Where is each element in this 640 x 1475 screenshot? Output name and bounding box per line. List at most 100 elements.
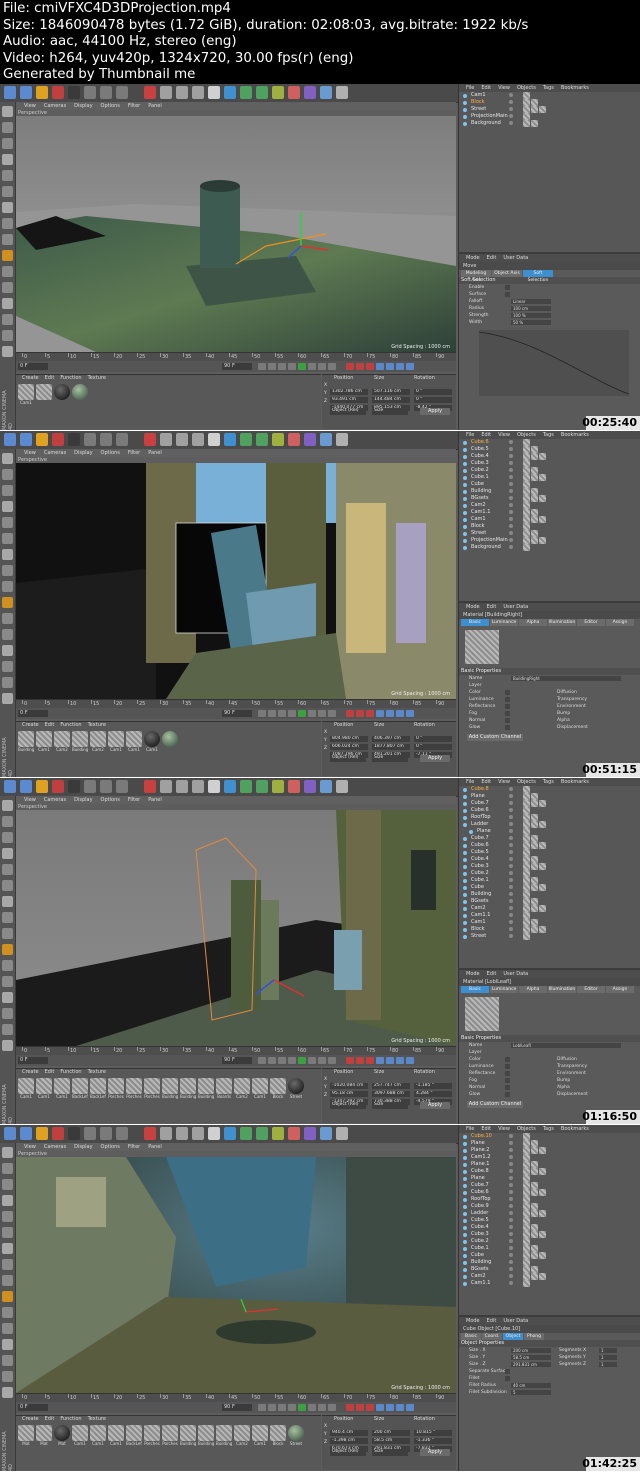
- texture-tag[interactable]: [523, 1175, 530, 1182]
- timeline-ruler[interactable]: 0 5 10 15 20 25 30 35 40 45 50 55 60 65 70 75 80 85 90: [16, 352, 456, 361]
- viewport-menu-item[interactable]: Options: [101, 450, 120, 456]
- start-frame-field[interactable]: 0 F: [18, 1057, 48, 1064]
- keyframe-button[interactable]: [386, 1404, 394, 1411]
- texture-tag[interactable]: [523, 863, 530, 870]
- object-menu-item[interactable]: Tags: [543, 85, 554, 91]
- toolbar-button[interactable]: [144, 780, 156, 793]
- object-mode-select[interactable]: Object (Rel): [330, 408, 366, 415]
- visibility-toggle[interactable]: [509, 468, 513, 472]
- texture-tag[interactable]: [539, 884, 546, 891]
- visibility-toggle[interactable]: [509, 454, 513, 458]
- toolbar-button[interactable]: [4, 780, 16, 793]
- object-row[interactable]: Cube.2: [459, 1238, 640, 1245]
- object-row[interactable]: Street: [459, 530, 640, 537]
- keyframe-button[interactable]: [396, 1057, 404, 1064]
- palette-tool-icon[interactable]: [2, 282, 13, 293]
- toolbar-button[interactable]: [100, 86, 112, 99]
- visibility-toggle[interactable]: [509, 808, 513, 812]
- material-swatch[interactable]: [72, 384, 88, 404]
- viewport-menu-item[interactable]: View: [24, 1144, 36, 1150]
- keyframe-button[interactable]: [346, 1404, 354, 1411]
- palette-tool-icon[interactable]: [2, 330, 13, 341]
- visibility-toggle[interactable]: [509, 100, 513, 104]
- texture-tag[interactable]: [523, 1196, 530, 1203]
- texture-tag[interactable]: [523, 1140, 530, 1147]
- object-menu-item[interactable]: Bookmarks: [561, 1126, 589, 1132]
- palette-tool-icon[interactable]: [2, 661, 13, 672]
- object-row[interactable]: Cube.7: [459, 1182, 640, 1189]
- toolbar-button[interactable]: [288, 86, 300, 99]
- texture-tag[interactable]: [523, 1161, 530, 1168]
- material-swatch[interactable]: Building: [180, 1425, 196, 1446]
- playback-button[interactable]: [288, 710, 296, 717]
- texture-tag[interactable]: [523, 1238, 530, 1245]
- object-menu-item[interactable]: Edit: [481, 432, 491, 438]
- visibility-toggle[interactable]: [509, 1218, 513, 1222]
- material-swatch[interactable]: Cam1: [144, 731, 160, 752]
- object-row[interactable]: Cam1.2: [459, 1154, 640, 1161]
- viewport-menu-item[interactable]: Filter: [128, 103, 140, 109]
- toolbar-button[interactable]: [240, 1127, 252, 1140]
- toolbar-button[interactable]: [304, 780, 316, 793]
- palette-tool-icon[interactable]: [2, 864, 13, 875]
- visibility-toggle[interactable]: [509, 1260, 513, 1264]
- keyframe-button[interactable]: [366, 1404, 374, 1411]
- playback-button[interactable]: [308, 710, 316, 717]
- palette-tool-icon[interactable]: [2, 549, 13, 560]
- visibility-toggle[interactable]: [509, 815, 513, 819]
- toolbar-button[interactable]: [116, 433, 128, 446]
- palette-tool-icon[interactable]: [2, 138, 13, 149]
- toolbar-button[interactable]: [288, 1127, 300, 1140]
- texture-tag[interactable]: [539, 537, 546, 544]
- visibility-toggle[interactable]: [509, 1274, 513, 1278]
- viewport-menu-item[interactable]: Display: [74, 450, 92, 456]
- visibility-toggle[interactable]: [509, 1204, 513, 1208]
- timeline-ruler[interactable]: 0 5 10 15 20 25 30 35 40 45 50 55 60 65 70 75 80 85 90: [16, 1046, 456, 1055]
- keyframe-button[interactable]: [376, 363, 384, 370]
- texture-tag[interactable]: [523, 530, 530, 537]
- toolbar-button[interactable]: [4, 1127, 16, 1140]
- apply-button[interactable]: Apply: [420, 1102, 450, 1109]
- toolbar-button[interactable]: [208, 433, 220, 446]
- material-menu-item[interactable]: Texture: [88, 1416, 106, 1422]
- palette-tool-icon[interactable]: [2, 453, 13, 464]
- object-row[interactable]: Block: [459, 926, 640, 933]
- playback-button[interactable]: [288, 363, 296, 370]
- keyframe-button[interactable]: [376, 1057, 384, 1064]
- texture-tag[interactable]: [539, 453, 546, 460]
- texture-tag[interactable]: [523, 856, 530, 863]
- toolbar-button[interactable]: [176, 86, 188, 99]
- toolbar-button[interactable]: [68, 780, 80, 793]
- texture-tag[interactable]: [523, 523, 530, 530]
- playback-button[interactable]: [318, 1404, 326, 1411]
- toolbar-button[interactable]: [144, 1127, 156, 1140]
- keyframe-button[interactable]: [366, 1057, 374, 1064]
- viewport-menu-item[interactable]: Filter: [128, 1144, 140, 1150]
- texture-tag[interactable]: [523, 92, 530, 99]
- material-menu-item[interactable]: Create: [22, 1069, 39, 1075]
- material-menu-item[interactable]: Texture: [88, 1069, 106, 1075]
- visibility-toggle[interactable]: [509, 1176, 513, 1180]
- texture-tag[interactable]: [531, 856, 538, 863]
- visibility-toggle[interactable]: [509, 878, 513, 882]
- visibility-toggle[interactable]: [509, 489, 513, 493]
- keyframe-button[interactable]: [356, 363, 364, 370]
- texture-tag[interactable]: [523, 120, 530, 127]
- material-swatch[interactable]: Cam2: [90, 731, 106, 752]
- playback-button[interactable]: [328, 1404, 336, 1411]
- toolbar-button[interactable]: [176, 1127, 188, 1140]
- toolbar-button[interactable]: [224, 1127, 236, 1140]
- object-menu-item[interactable]: Bookmarks: [561, 85, 589, 91]
- toolbar-button[interactable]: [240, 433, 252, 446]
- property-field[interactable]: LoblLeafl: [511, 1043, 621, 1048]
- visibility-toggle[interactable]: [509, 93, 513, 97]
- texture-tag[interactable]: [531, 898, 538, 905]
- texture-tag[interactable]: [531, 106, 538, 113]
- object-row[interactable]: Ladder: [459, 821, 640, 828]
- add-custom-channel-button[interactable]: Add Custom Channel: [467, 734, 523, 741]
- toolbar-button[interactable]: [176, 780, 188, 793]
- texture-tag[interactable]: [531, 495, 538, 502]
- property-checkbox[interactable]: [505, 1376, 510, 1381]
- toolbar-button[interactable]: [84, 780, 96, 793]
- viewport-menu-item[interactable]: Panel: [148, 450, 162, 456]
